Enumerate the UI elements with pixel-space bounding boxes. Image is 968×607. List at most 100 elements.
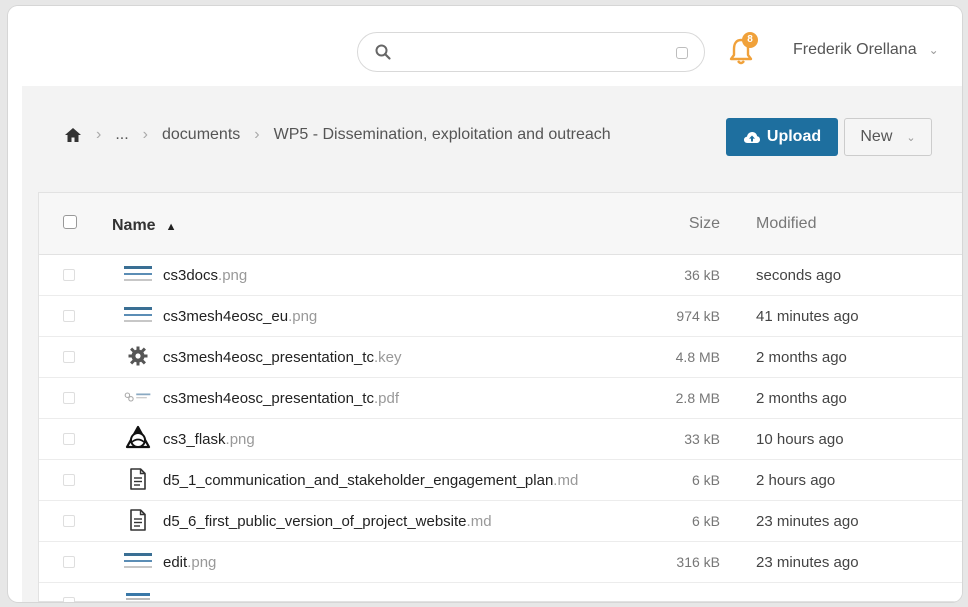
file-size: 974 kB — [676, 308, 720, 324]
row-checkbox[interactable] — [63, 515, 75, 527]
document-icon — [123, 507, 153, 533]
notification-badge: 8 — [742, 32, 758, 48]
search-filter-checkbox[interactable] — [676, 47, 688, 59]
flask-logo-icon — [123, 425, 153, 451]
table-row-partial[interactable] — [39, 583, 962, 602]
file-extension: .md — [553, 472, 579, 489]
file-modified: 2 months ago — [756, 349, 847, 366]
row-checkbox[interactable] — [63, 556, 75, 568]
home-icon[interactable] — [64, 127, 82, 143]
file-name-link[interactable]: cs3mesh4eosc_eu.png — [163, 308, 317, 325]
table-row[interactable]: edit.png 316 kB 23 minutes ago — [39, 542, 962, 583]
breadcrumb-separator: › — [254, 126, 260, 143]
file-base-name: cs3mesh4eosc_eu — [163, 308, 289, 325]
notifications-button[interactable]: 8 — [728, 32, 758, 66]
column-header-name[interactable]: Name ▲ — [112, 217, 176, 235]
file-size: 316 kB — [676, 554, 720, 570]
row-checkbox[interactable] — [63, 597, 75, 602]
table-row[interactable]: cs3_flask.png 33 kB 10 hours ago — [39, 419, 962, 460]
breadcrumb-separator: › — [142, 126, 148, 143]
row-checkbox[interactable] — [63, 310, 75, 322]
file-modified: 41 minutes ago — [756, 308, 859, 325]
table-row[interactable]: d5_1_communication_and_stakeholder_engag… — [39, 460, 962, 501]
upload-label: Upload — [766, 128, 822, 145]
file-extension: .png — [288, 308, 318, 325]
file-extension: .png — [187, 554, 217, 571]
select-all-checkbox[interactable] — [63, 215, 77, 229]
chevron-down-icon: ⌄ — [928, 43, 939, 57]
file-modified: 23 minutes ago — [756, 513, 859, 530]
table-row[interactable]: cs3mesh4eosc_presentation_tc.pdf 2.8 MB 2 … — [39, 378, 962, 419]
file-base-name: cs3_flask — [163, 431, 226, 448]
breadcrumb-separator: › — [96, 126, 102, 143]
file-base-name: cs3mesh4eosc_presentation_tc — [163, 349, 374, 366]
file-extension: .png — [225, 431, 255, 448]
row-checkbox[interactable] — [63, 351, 75, 363]
file-base-name: d5_1_communication_and_stakeholder_engag… — [163, 472, 554, 489]
file-base-name: cs3mesh4eosc_presentation_tc — [163, 390, 374, 407]
breadcrumb: › ... › documents › WP5 - Dissemination,… — [64, 126, 611, 144]
column-header-modified[interactable]: Modified — [756, 215, 816, 233]
document-icon — [123, 466, 153, 492]
file-name-link[interactable]: cs3mesh4eosc_presentation_tc.pdf — [163, 390, 399, 407]
row-checkbox[interactable] — [63, 433, 75, 445]
image-thumbnail-icon — [123, 261, 153, 287]
file-size: 33 kB — [684, 431, 720, 447]
table-row[interactable]: d5_6_first_public_version_of_project_web… — [39, 501, 962, 542]
pdf-thumbnail-icon — [123, 384, 153, 410]
file-base-name: edit — [163, 554, 188, 571]
table-row[interactable]: cs3mesh4eosc_eu.png 974 kB 41 minutes ago — [39, 296, 962, 337]
file-modified: 2 months ago — [756, 390, 847, 407]
file-modified: 10 hours ago — [756, 431, 844, 448]
breadcrumb-item-current[interactable]: WP5 - Dissemination, exploitation and ou… — [274, 126, 611, 144]
search-icon — [375, 44, 391, 60]
main-content: › ... › documents › WP5 - Dissemination,… — [22, 86, 962, 602]
file-extension: .png — [218, 267, 248, 284]
file-table: Name ▲ Size Modified cs3docs.png 36 kB seco… — [38, 192, 962, 602]
table-body: cs3docs.png 36 kB seconds ago cs3mesh4eosc_… — [39, 255, 962, 583]
file-name-link[interactable]: cs3docs.png — [163, 267, 247, 284]
file-name-link[interactable]: cs3mesh4eosc_presentation_tc.key — [163, 349, 401, 366]
cloud-upload-icon — [743, 132, 760, 143]
upload-button[interactable]: Upload — [726, 118, 838, 156]
file-extension: .md — [466, 513, 492, 530]
new-button[interactable]: New ⌄ — [844, 118, 932, 156]
table-row[interactable]: cs3mesh4eosc_presentation_tc.key 4.8 MB 2 … — [39, 337, 962, 378]
row-checkbox[interactable] — [63, 474, 75, 486]
file-base-name: d5_6_first_public_version_of_project_web… — [163, 513, 467, 530]
app-window: 8 Frederik Orellana ⌄ › ... › documents … — [8, 6, 962, 602]
new-label: New — [860, 128, 893, 145]
file-modified: 23 minutes ago — [756, 554, 859, 571]
file-name-link[interactable]: edit.png — [163, 554, 216, 571]
image-thumbnail-icon — [123, 548, 153, 574]
row-checkbox[interactable] — [63, 392, 75, 404]
file-size: 6 kB — [691, 472, 720, 488]
file-name-link[interactable]: cs3_flask.png — [163, 431, 255, 448]
breadcrumb-item-documents[interactable]: documents — [162, 126, 240, 144]
file-name-link[interactable]: d5_6_first_public_version_of_project_web… — [163, 513, 492, 530]
breadcrumb-ellipsis[interactable]: ... — [115, 126, 128, 144]
file-extension: .key — [373, 349, 402, 366]
file-size: 36 kB — [684, 267, 720, 283]
user-menu[interactable]: Frederik Orellana ⌄ — [793, 41, 939, 59]
file-size: 6 kB — [691, 513, 720, 529]
column-header-size[interactable]: Size — [689, 215, 720, 233]
top-bar: 8 Frederik Orellana ⌄ — [8, 6, 962, 86]
file-modified: 2 hours ago — [756, 472, 836, 489]
sort-ascending-icon: ▲ — [165, 221, 177, 233]
file-size: 4.8 MB — [675, 349, 720, 365]
chevron-down-icon: ⌄ — [906, 131, 916, 144]
table-row[interactable]: cs3docs.png 36 kB seconds ago — [39, 255, 962, 296]
file-modified: seconds ago — [756, 267, 842, 284]
file-name-link[interactable]: d5_1_communication_and_stakeholder_engag… — [163, 472, 578, 489]
image-thumbnail-icon — [123, 585, 153, 602]
file-base-name: cs3docs — [163, 267, 219, 284]
file-extension: .pdf — [373, 390, 399, 407]
image-thumbnail-icon — [123, 302, 153, 328]
row-checkbox[interactable] — [63, 269, 75, 281]
table-header: Name ▲ Size Modified — [39, 193, 962, 255]
search-bar[interactable] — [357, 32, 705, 72]
user-name: Frederik Orellana — [793, 41, 917, 58]
file-size: 2.8 MB — [675, 390, 720, 406]
gear-icon — [123, 343, 153, 369]
